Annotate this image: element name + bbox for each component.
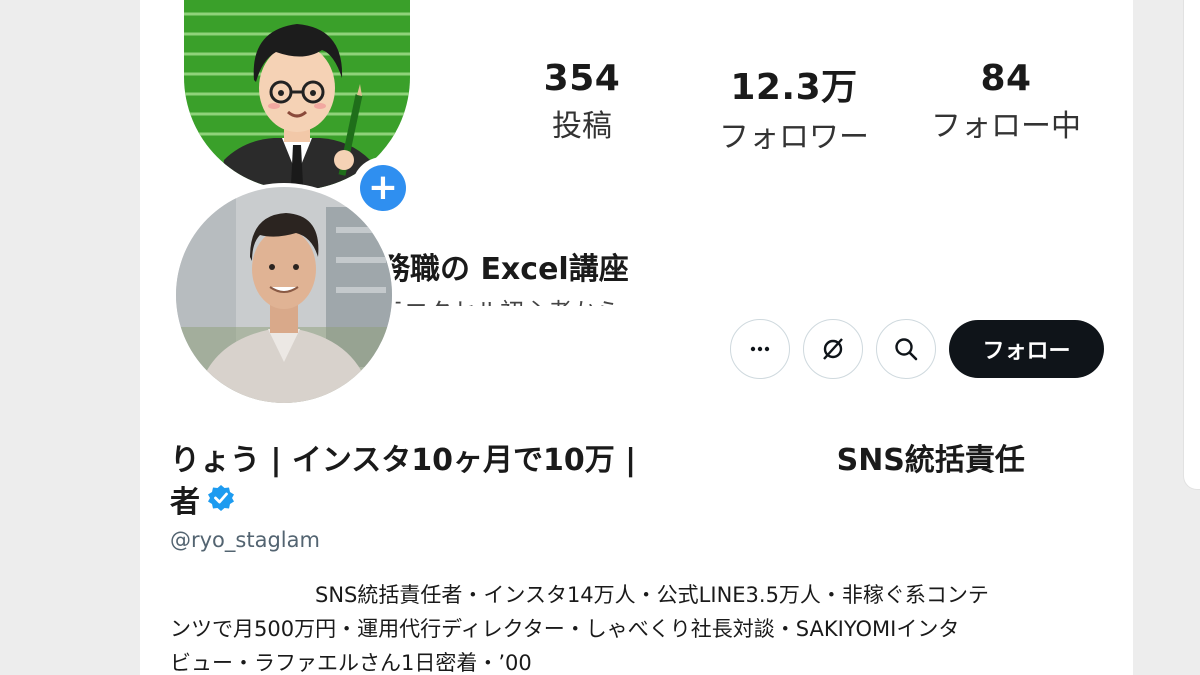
plus-icon: +	[360, 165, 406, 211]
more-icon	[750, 346, 770, 352]
bio-text: SNS統括責任者・インスタ14万人・公式LINE3.5万人・非稼ぐ系コンテ	[315, 583, 989, 607]
instagram-display-name: 務職の Excel講座	[380, 252, 629, 287]
search-button[interactable]	[876, 319, 936, 379]
display-name-start: りょう | インスタ10ヶ月で10万 |	[170, 443, 647, 478]
posts-count: 354	[543, 58, 621, 99]
x-handle: @ryo_staglam	[170, 528, 320, 552]
verified-badge-icon[interactable]	[206, 483, 236, 525]
instagram-bio: 元エクセル初心者から…	[380, 290, 900, 306]
following-stat[interactable]: 84 フォロー中	[915, 58, 1097, 145]
x-display-name: りょう | インスタ10ヶ月で10万 | SNS統括責任 者	[170, 440, 1070, 525]
search-icon	[895, 338, 918, 361]
follow-button[interactable]: フォロー	[949, 320, 1104, 378]
x-bio: SNS統括責任者・インスタ14万人・公式LINE3.5万人・非稼ぐ系コンテ ンツ…	[170, 578, 1105, 675]
following-label: フォロー中	[931, 109, 1081, 144]
posts-stat[interactable]: 354 投稿	[530, 58, 634, 145]
followers-count: 12.3万	[730, 67, 858, 108]
grok-icon	[823, 338, 843, 360]
followers-label: フォロワー	[719, 120, 869, 155]
bio-line-2: ンツで月500万円・運用代行ディレクター・しゃべくり社長対談・SAKIYOMIイ…	[170, 617, 960, 641]
photo-avatar	[176, 187, 392, 403]
bio-line-3: ビュー・ラファエルさん1日密着・’00	[170, 651, 532, 675]
page-background-left	[0, 0, 140, 675]
following-count: 84	[980, 58, 1032, 99]
display-name-line2: 者	[170, 485, 200, 520]
side-panel-edge	[1183, 0, 1200, 490]
x-profile-avatar[interactable]	[172, 183, 396, 407]
grok-button[interactable]	[803, 319, 863, 379]
posts-label: 投稿	[552, 109, 612, 144]
followers-stat[interactable]: 12.3万 フォロワー	[704, 58, 884, 156]
display-name-end: SNS統括責任	[836, 443, 1025, 478]
redaction-mask	[646, 444, 837, 479]
bio-line-1: SNS統括責任者・インスタ14万人・公式LINE3.5万人・非稼ぐ系コンテ	[170, 578, 1105, 612]
add-story-button[interactable]: +	[352, 157, 414, 219]
more-options-button[interactable]	[730, 319, 790, 379]
